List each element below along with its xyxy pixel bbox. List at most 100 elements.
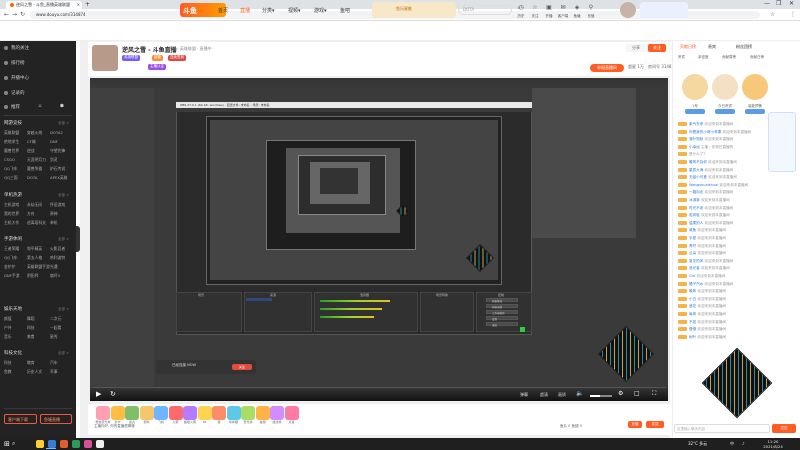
tab-daily-contribution[interactable]: 贡献日榜	[680, 44, 696, 50]
gift-icon[interactable]	[270, 406, 284, 420]
gift-icon[interactable]	[110, 406, 125, 420]
chat-username[interactable]: 追光者	[689, 266, 700, 270]
chat-username[interactable]: 橘子汽水	[689, 282, 703, 286]
recharge-button[interactable]: 充值	[628, 421, 642, 428]
start-live-icon[interactable]: ▣	[544, 4, 554, 11]
quality-select[interactable]: 超清	[540, 392, 548, 398]
chat-username[interactable]: 晚风	[689, 289, 696, 293]
rank-avatar[interactable]	[712, 74, 738, 100]
sidebar-category-item[interactable]: 绝地求生	[4, 139, 19, 145]
sidebar-category-item[interactable]: 魔兽世界	[4, 148, 19, 154]
fishpond-live-button[interactable]: 鱼塘直播	[40, 414, 72, 424]
share-button[interactable]: 分享	[626, 44, 646, 52]
sidebar-category-item[interactable]: 鱼教	[4, 369, 12, 375]
sidebar-category-item[interactable]: 怀旧游戏	[50, 202, 65, 208]
client-icon[interactable]: ✉	[558, 4, 568, 11]
sidebar-category-item[interactable]: 户外	[4, 325, 12, 331]
gift-icon[interactable]	[125, 406, 139, 420]
sidebar-category-item[interactable]: 炉石传说	[50, 166, 65, 172]
sidebar-category-item[interactable]: 英雄联盟手游	[27, 264, 50, 270]
sidebar-category-item[interactable]: DOTA2	[50, 130, 63, 135]
back-icon[interactable]: ←	[4, 11, 9, 18]
sidebar-item-live-center[interactable]: 开播中心	[4, 75, 29, 81]
minimize-button[interactable]: —	[764, 0, 770, 7]
chat-username[interactable]: 冰淇淋	[689, 198, 700, 202]
sidebar-item-recommend[interactable]: 推荐	[4, 104, 20, 110]
taskbar-app-icon[interactable]	[36, 440, 44, 448]
chat-username[interactable]: 若风轻	[689, 213, 700, 217]
sidebar-category-item[interactable]: 舞蹈	[27, 316, 35, 322]
gift-icon[interactable]	[284, 406, 299, 420]
chat-username[interactable]: Ctrl	[689, 274, 695, 278]
chat-username[interactable]: 无敌小可爱	[689, 175, 707, 179]
chat-input[interactable]: 这里输入聊天内容	[674, 424, 770, 433]
chat-username[interactable]: 时光不老	[689, 206, 703, 210]
shield-icon[interactable]: ⬢	[60, 104, 64, 109]
sidebar-category-item[interactable]: 军事	[50, 369, 58, 375]
sidebar-category-item[interactable]: 穿越火线	[27, 130, 42, 136]
chat-username[interactable]: 小幸运	[689, 145, 700, 149]
chat-username[interactable]: 一路向北	[689, 190, 703, 194]
sidebar-category-item[interactable]: 崩坏3	[50, 273, 60, 279]
settings-icon[interactable]: ⚙	[618, 390, 623, 397]
rank-tab-daily[interactable]: 贡献日榜	[750, 55, 764, 60]
client-download-button[interactable]: 客户端下载	[4, 414, 37, 424]
rank-tab-intimacy[interactable]: 亲密度	[698, 55, 709, 60]
sidebar-item-rank[interactable]: 排行榜	[4, 60, 25, 66]
fishpond-icon[interactable]: ◈	[572, 4, 582, 11]
user-avatar[interactable]	[620, 2, 636, 18]
browser-tab[interactable]: 逆风之雪 - 斗鱼_直播英雄联盟 ×	[6, 1, 82, 9]
sidebar-category-item[interactable]: 汽车	[50, 360, 58, 366]
sidebar-category-item[interactable]: 历史人文	[27, 369, 42, 375]
sidebar-category-item[interactable]: 一起看	[50, 325, 61, 331]
chat-username[interactable]: 落叶知秋	[689, 137, 703, 141]
fullscreen-icon[interactable]: ⛶	[652, 390, 656, 398]
chat-username[interactable]: 小丑	[689, 297, 696, 301]
sidebar-category-item[interactable]: CSGO	[4, 157, 15, 162]
resolution-select[interactable]: 画质	[558, 392, 566, 398]
ime-indicator[interactable]: 中	[730, 441, 734, 447]
chat-username[interactable]: 暖风不及你	[689, 160, 707, 164]
rank-avatar[interactable]	[682, 74, 708, 100]
sidebar-category-item[interactable]: 二次元	[50, 316, 61, 322]
sword-icon[interactable]: ⚔	[38, 104, 42, 109]
sidebar-category-item[interactable]: APEX英雄	[50, 175, 67, 181]
follow-button[interactable]: 关注	[648, 44, 666, 52]
volume-tray-icon[interactable]: ♪	[742, 441, 745, 446]
sidebar-category-item[interactable]: 英雄联盟	[4, 130, 19, 136]
chat-username[interactable]: 云朵	[689, 251, 696, 255]
sidebar-category-item[interactable]: 天涯明月刀	[27, 157, 46, 163]
tab-vip[interactable]: 贵宾	[708, 44, 716, 50]
chat-username[interactable]: 青柠	[689, 244, 696, 248]
chat-username[interactable]: 紫气东来	[689, 122, 703, 126]
sidebar-category-item[interactable]: 永劫无间	[27, 202, 42, 208]
sidebar-category-item[interactable]: 科技	[27, 325, 35, 331]
menu-games[interactable]: 游戏▾	[314, 7, 327, 14]
menu-yuba[interactable]: 鱼吧	[340, 7, 350, 14]
chat-username[interactable]: 半夏	[689, 236, 696, 240]
rank-tab-weekly[interactable]: 贡献周榜	[722, 55, 736, 60]
menu-live[interactable]: 直播	[240, 7, 250, 14]
sidebar-category-item[interactable]: 科技	[4, 360, 12, 366]
sidebar-category-item[interactable]: 主机游戏	[4, 202, 19, 208]
start-button[interactable]: ⊞	[4, 440, 10, 448]
sidebar-category-item[interactable]: DOTA	[27, 175, 38, 180]
streamer-avatar[interactable]	[92, 45, 118, 71]
danmaku-toggle[interactable]: 弹幕	[520, 392, 528, 398]
sidebar-category-item[interactable]: 单机	[50, 220, 58, 226]
chat-username[interactable]: 温柔的人	[689, 221, 703, 225]
sidebar-category-item[interactable]: 逃离塔科夫	[27, 220, 46, 226]
sidebar-category-item[interactable]: 原神	[50, 211, 58, 217]
sidebar-category-item[interactable]: 教育	[27, 360, 35, 366]
sidebar-category-item[interactable]: 音乐	[4, 334, 12, 340]
gift-icon[interactable]	[212, 406, 226, 420]
sidebar-category-item[interactable]: 火影忍者	[50, 246, 65, 252]
gift-icon[interactable]	[183, 406, 197, 420]
sidebar-category-item[interactable]: CF端	[27, 139, 36, 145]
sidebar-category-item[interactable]: 主机大作	[4, 220, 19, 226]
gift-icon[interactable]	[96, 406, 110, 420]
bookmark-star-icon[interactable]: ☆	[770, 11, 775, 18]
sidebar-category-item[interactable]: 第五人格	[27, 255, 42, 261]
sidebar-category-item[interactable]: 逆战	[27, 148, 35, 154]
sidebar-category-item[interactable]: 王者荣耀	[4, 246, 19, 252]
